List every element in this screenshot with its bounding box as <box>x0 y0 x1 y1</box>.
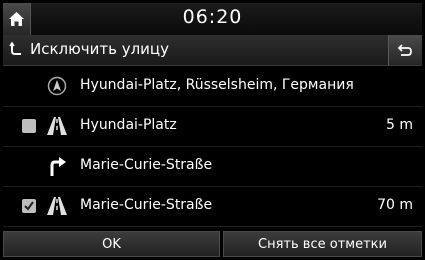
road-icon <box>47 197 67 215</box>
back-button[interactable] <box>388 35 422 65</box>
bottom-bar: OK Снять все отметки <box>3 231 422 257</box>
turn-right-icon <box>50 157 66 176</box>
checkbox-unchecked[interactable] <box>22 119 36 133</box>
list-item: Marie-Curie-Straße <box>3 146 422 187</box>
list-item-label: Hyundai-Platz, Rüsselsheim, Германия <box>80 77 354 93</box>
nav-screen: 06:20 Исключить улицу Hyundai-Platz, Rüs… <box>3 3 422 257</box>
destination-compass-icon <box>47 76 67 96</box>
distance: 70 m <box>377 197 413 213</box>
title-bar: Исключить улицу <box>3 35 422 66</box>
checkmark-icon <box>24 201 34 211</box>
list-item[interactable]: Hyundai-Platz 5 m <box>3 106 422 147</box>
page-title: Исключить улицу <box>30 40 169 58</box>
list-item-label: Marie-Curie-Straße <box>80 197 213 213</box>
clear-all-button[interactable]: Снять все отметки <box>223 231 422 257</box>
status-bar: 06:20 <box>3 3 422 35</box>
route-list: Hyundai-Platz, Rüsselsheim, Германия Hyu… <box>3 66 422 228</box>
list-item-label: Hyundai-Platz <box>80 117 177 133</box>
checkbox-checked[interactable] <box>22 199 36 213</box>
ok-button[interactable]: OK <box>3 231 220 257</box>
clock: 06:20 <box>182 6 243 28</box>
road-icon <box>47 117 67 135</box>
list-item[interactable]: Marie-Curie-Straße 70 m <box>3 186 422 227</box>
avoid-street-icon <box>9 42 21 55</box>
distance: 5 m <box>386 117 413 133</box>
list-item-label: Marie-Curie-Straße <box>80 157 213 173</box>
back-icon <box>397 44 412 56</box>
list-item: Hyundai-Platz, Rüsselsheim, Германия <box>3 66 422 107</box>
